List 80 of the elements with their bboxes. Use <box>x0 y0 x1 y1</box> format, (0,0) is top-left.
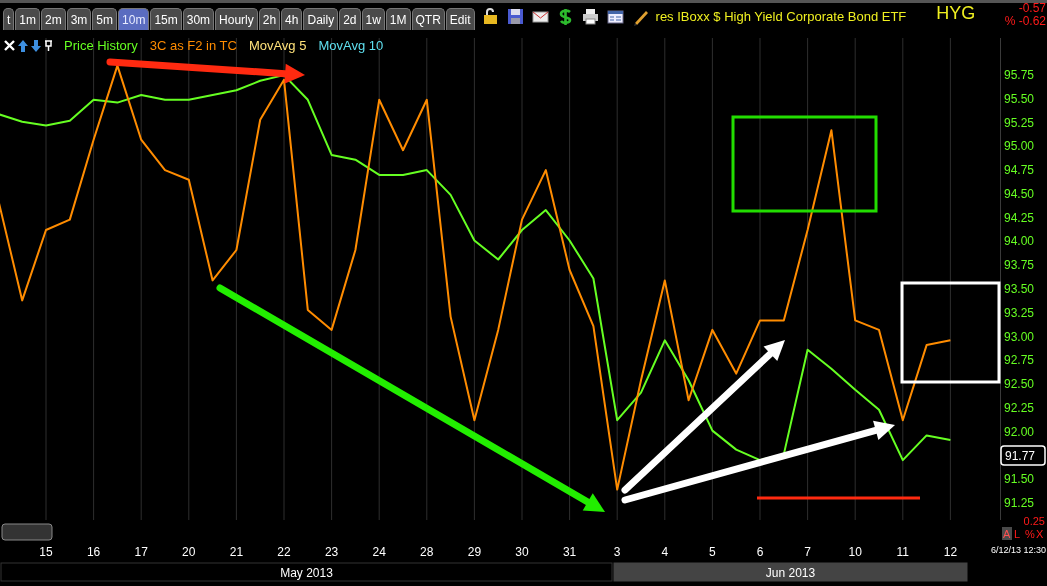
last-price: 91.77 <box>1005 449 1036 463</box>
month-label: Jun 2013 <box>765 566 816 580</box>
y-tick-label: 91.25 <box>1004 495 1035 510</box>
y-tick-label: 95.50 <box>1004 91 1035 106</box>
security-name: res IBoxx $ High Yield Corporate Bond ETF <box>655 7 907 26</box>
y-tick-label: 94.00 <box>1004 234 1035 249</box>
scale-step: 0.25 <box>1023 515 1045 527</box>
timeframe-tab[interactable]: 2h <box>258 8 281 30</box>
scale-button[interactable]: X <box>1035 527 1045 540</box>
x-tick-label: 15 <box>39 545 53 559</box>
y-tick-label: 95.75 <box>1004 68 1035 83</box>
timeframe-tab[interactable]: 2d <box>339 8 361 30</box>
legend-label[interactable]: MovAvg 10 <box>318 36 384 56</box>
scale-button[interactable]: % <box>1024 527 1035 540</box>
close-icon[interactable] <box>4 40 15 52</box>
y-tick-label: 93.25 <box>1004 305 1035 320</box>
percent-change: % -0.62 <box>1004 15 1046 28</box>
legend-label[interactable]: Price History <box>64 36 138 56</box>
x-tick-label: 17 <box>134 545 148 559</box>
timeframe-tab[interactable]: Daily <box>303 8 339 30</box>
timeframe-tab[interactable]: 15m <box>150 8 182 30</box>
last-price-tag <box>1000 445 1046 466</box>
x-tick-label: 22 <box>277 545 291 559</box>
y-tick-label: 92.00 <box>1004 424 1035 439</box>
y-tick-label: 95.00 <box>1004 139 1035 154</box>
save-icon[interactable] <box>505 7 525 27</box>
timestamp: 6/12/13 12:30 <box>990 545 1046 555</box>
y-tick-label: 93.00 <box>1004 329 1035 344</box>
timeframe-tab[interactable]: 30m <box>182 8 215 30</box>
printer-icon[interactable] <box>580 7 600 27</box>
timeframe-tab[interactable]: t <box>3 8 15 30</box>
timeframe-tab[interactable]: 1m <box>15 8 40 30</box>
x-tick-label: 7 <box>804 545 811 559</box>
timeframe-tab[interactable]: 3m <box>66 8 92 30</box>
timeframe-tab[interactable]: Hourly <box>215 8 258 30</box>
down-arrow-icon[interactable] <box>31 39 41 52</box>
up-arrow-icon[interactable] <box>18 39 28 52</box>
x-tick-label: 4 <box>661 545 669 559</box>
timeframe-tab[interactable]: 10m <box>118 8 150 30</box>
x-tick-label: 31 <box>562 545 577 559</box>
y-tick-label: 92.25 <box>1004 400 1035 415</box>
legend-label[interactable]: MovAvg 5 <box>248 36 307 56</box>
scale-button[interactable]: L <box>1013 527 1023 540</box>
x-tick-label: 30 <box>515 545 529 559</box>
x-tick-label: 3 <box>613 545 621 559</box>
x-tick-label: 28 <box>420 545 434 559</box>
x-tick-label: 11 <box>896 545 910 559</box>
x-tick-label: 23 <box>324 545 339 559</box>
scroll-thumb[interactable] <box>1 523 53 541</box>
y-tick-label: 93.50 <box>1004 282 1035 297</box>
x-tick-label: 6 <box>756 545 764 559</box>
timeframe-tab[interactable]: 1w <box>361 8 385 30</box>
timeframe-tab[interactable]: 2m <box>41 8 66 30</box>
x-tick-label: 24 <box>372 545 386 559</box>
x-tick-label: 5 <box>709 545 716 559</box>
legend-label[interactable]: 3C as F2 in TC <box>149 36 237 56</box>
x-tick-label: 12 <box>943 545 958 559</box>
y-tick-label: 92.50 <box>1004 377 1035 392</box>
timeframe-tab[interactable]: QTR <box>411 8 445 30</box>
y-tick-label: 91.50 <box>1004 472 1035 487</box>
x-tick-label: 16 <box>86 545 101 559</box>
x-tick-label: 21 <box>229 545 244 559</box>
form-icon[interactable] <box>605 7 625 27</box>
timeframe-tab[interactable]: 4h <box>281 8 303 30</box>
x-tick-label: 29 <box>467 545 482 559</box>
month-label: May 2013 <box>280 566 333 580</box>
y-tick-label: 94.25 <box>1004 210 1035 225</box>
timeframe-tab[interactable]: 1M <box>385 8 411 30</box>
x-tick-label: 10 <box>848 545 862 559</box>
x-tick-label: 20 <box>182 545 196 559</box>
ticker-symbol: HYG <box>936 2 976 25</box>
y-tick-label: 92.75 <box>1004 353 1035 368</box>
y-tick-label: 93.75 <box>1004 258 1035 273</box>
y-tick-label: 94.50 <box>1004 186 1035 201</box>
pin-icon[interactable] <box>44 40 53 52</box>
timeframe-tab[interactable]: Edit <box>445 8 475 30</box>
timeframe-tab[interactable]: 5m <box>92 8 118 30</box>
y-tick-label: 94.75 <box>1004 163 1035 178</box>
y-tick-label: 95.25 <box>1004 115 1035 130</box>
price-change: -0.57 <box>1018 2 1046 15</box>
